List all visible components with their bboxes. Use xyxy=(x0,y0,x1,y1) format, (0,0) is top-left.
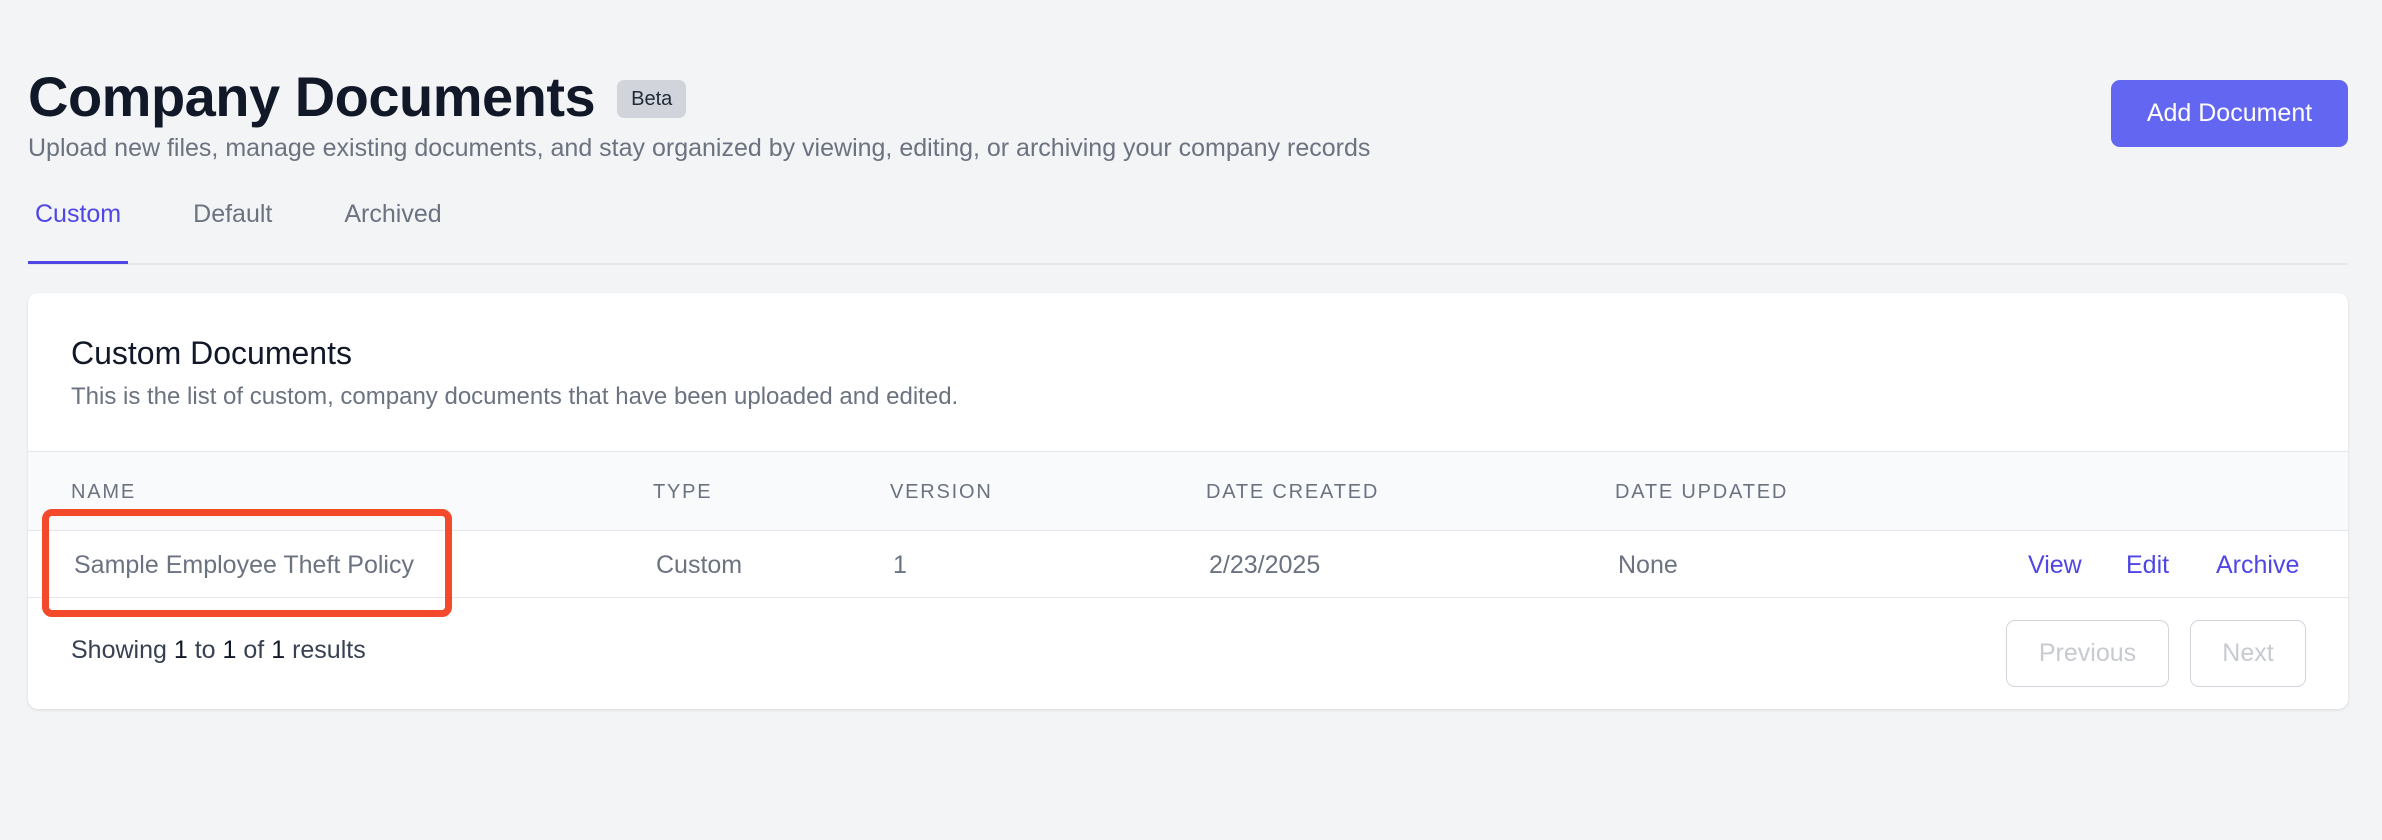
column-header-type: TYPE xyxy=(653,481,713,503)
next-button[interactable]: Next xyxy=(2190,620,2306,687)
tab-custom[interactable]: Custom xyxy=(28,186,129,264)
tab-bar: Custom Default Archived xyxy=(28,186,2348,265)
column-header-version: VERSION xyxy=(890,481,993,503)
results-total: 1 xyxy=(271,636,286,664)
document-date-created: 2/23/2025 xyxy=(1209,551,1321,579)
highlight-annotation-box xyxy=(42,509,452,617)
column-header-date-updated: DATE UPDATED xyxy=(1615,481,1789,503)
page-header: Company Documents Beta Upload new files,… xyxy=(28,62,2348,164)
document-version: 1 xyxy=(893,551,907,579)
column-header-date-created: DATE CREATED xyxy=(1206,481,1380,503)
document-date-updated: None xyxy=(1618,551,1678,579)
results-to: 1 xyxy=(222,636,237,664)
card-description: This is the list of custom, company docu… xyxy=(71,383,959,410)
archive-link[interactable]: Archive xyxy=(2216,549,2299,581)
results-label: results xyxy=(292,636,366,664)
of-label: of xyxy=(243,636,265,664)
showing-label: Showing xyxy=(71,636,167,664)
tab-archived[interactable]: Archived xyxy=(337,186,448,263)
documents-card: Custom Documents This is the list of cus… xyxy=(28,293,2348,709)
edit-link[interactable]: Edit xyxy=(2126,549,2169,581)
document-type: Custom xyxy=(656,551,743,579)
to-label: to xyxy=(194,636,216,664)
add-document-button[interactable]: Add Document xyxy=(2111,80,2348,147)
column-header-name: NAME xyxy=(71,481,136,503)
title-row: Company Documents Beta xyxy=(28,62,2348,132)
card-title: Custom Documents xyxy=(71,335,352,371)
view-link[interactable]: View xyxy=(2028,549,2082,581)
beta-badge: Beta xyxy=(617,80,687,118)
results-from: 1 xyxy=(173,636,188,664)
previous-button[interactable]: Previous xyxy=(2006,620,2169,687)
documents-page: Company Documents Beta Upload new files,… xyxy=(0,0,2382,840)
page-title: Company Documents xyxy=(28,65,596,128)
tab-default[interactable]: Default xyxy=(186,186,279,263)
page-subtitle: Upload new files, manage existing docume… xyxy=(28,134,1371,162)
results-summary: Showing 1 to 1 of 1 results xyxy=(71,634,366,666)
